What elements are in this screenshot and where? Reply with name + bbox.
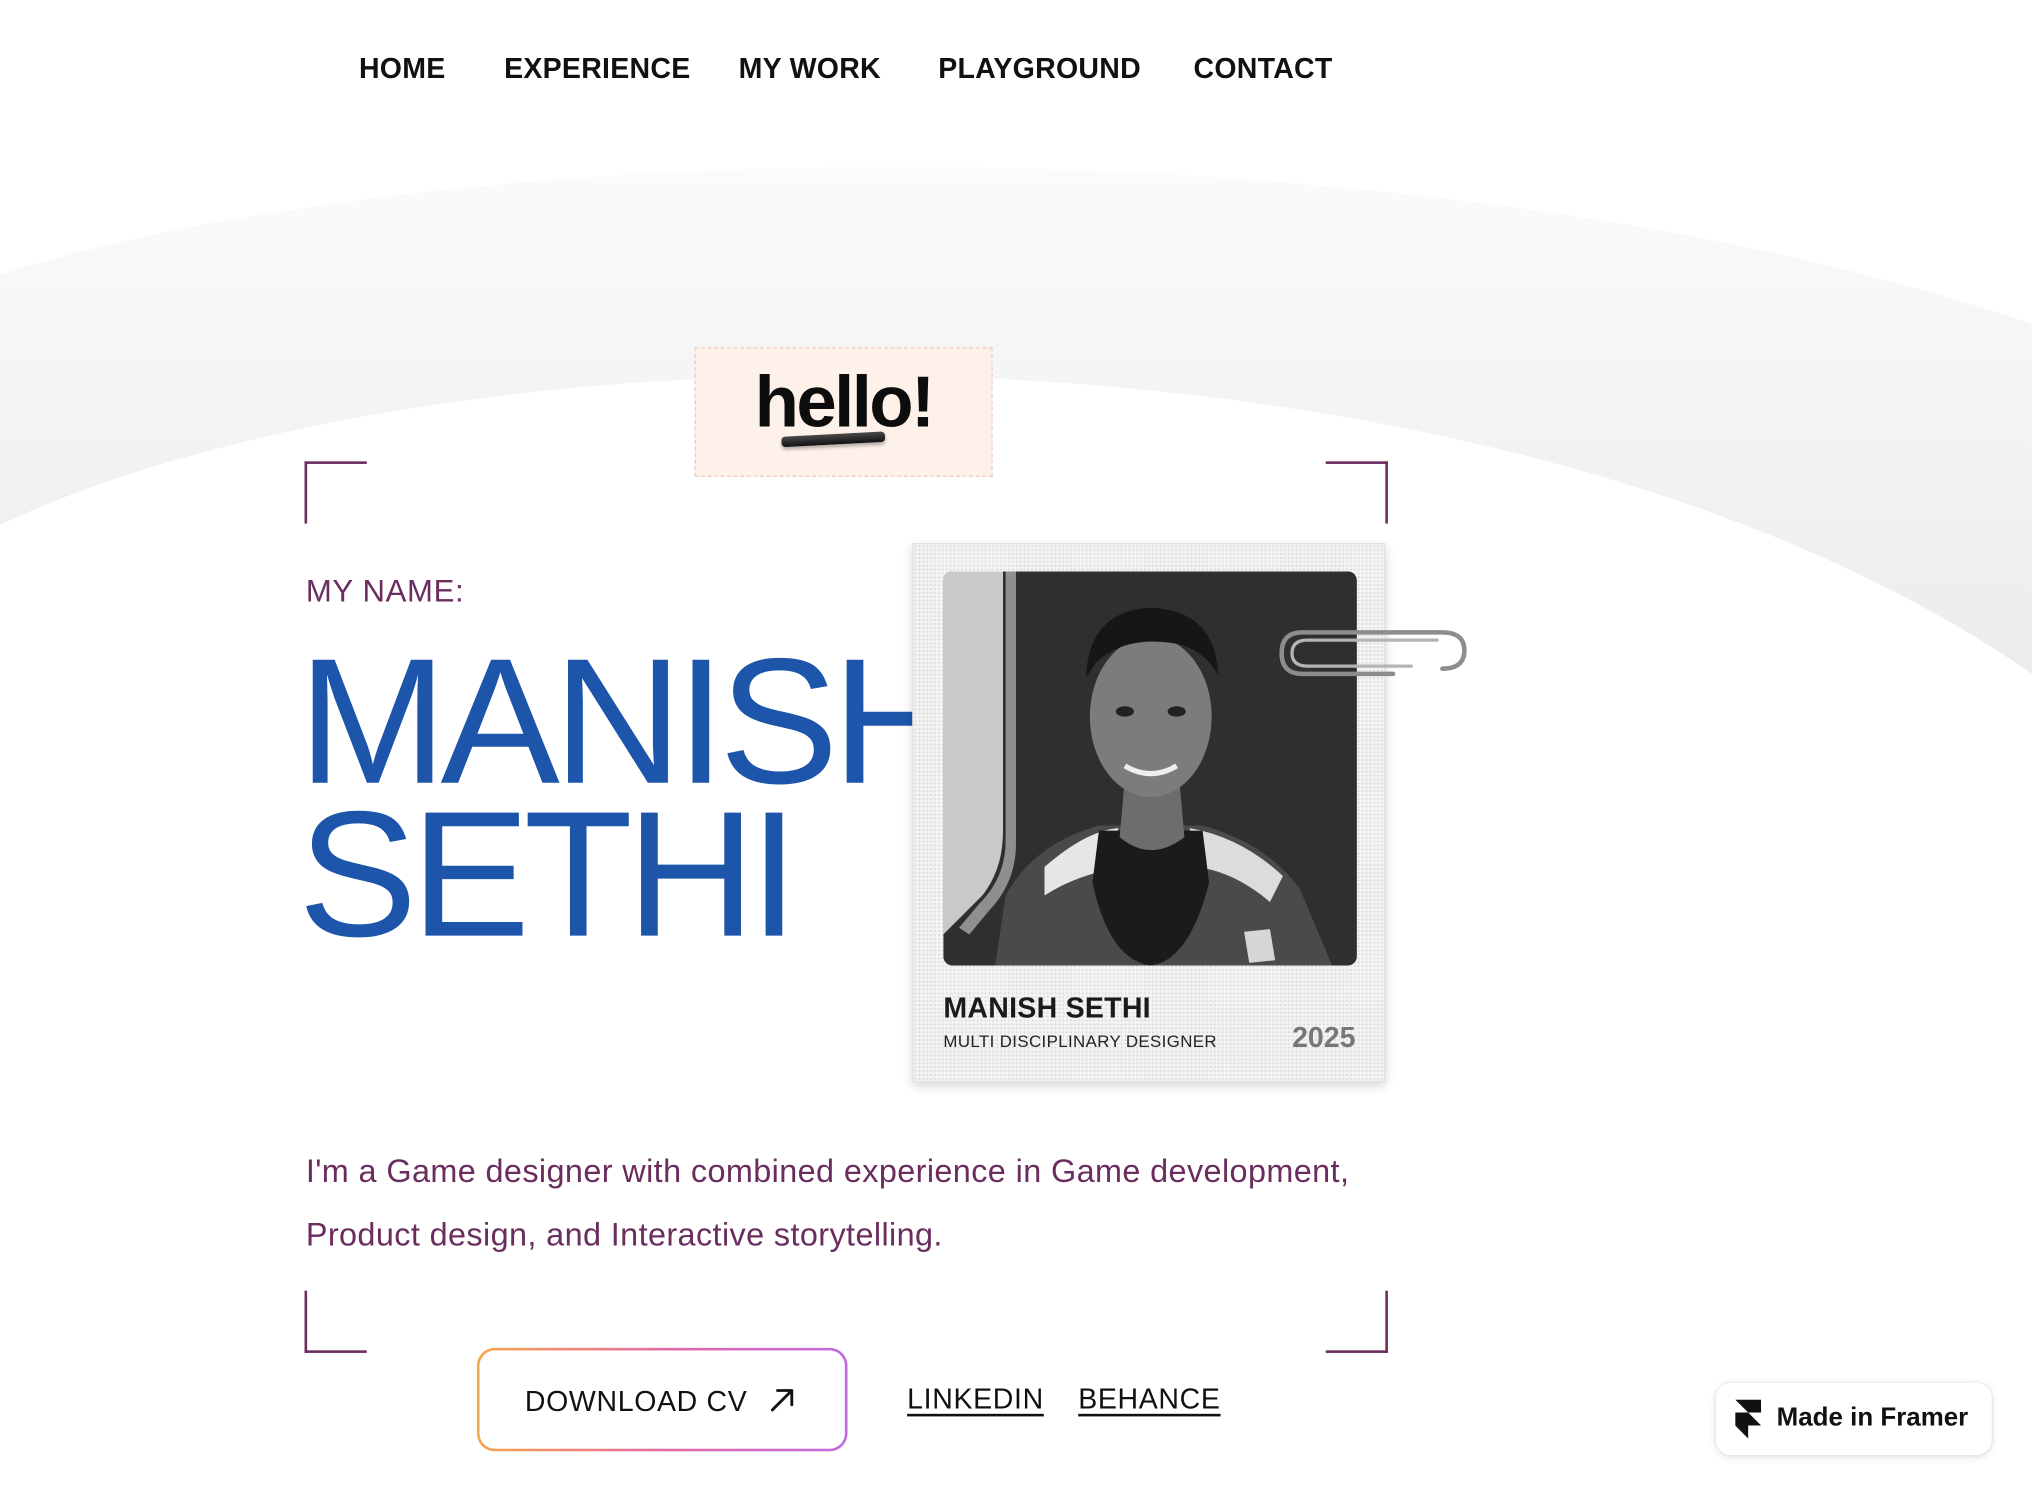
behance-link[interactable]: BEHANCE — [1078, 1383, 1220, 1417]
paperclip-icon — [1279, 630, 1467, 677]
frame-corner-top-left — [304, 461, 367, 524]
arrow-up-right-icon — [770, 1389, 794, 1412]
hero-name: MANISH SETHI — [298, 632, 961, 964]
nav-experience[interactable]: EXPERIENCE — [504, 52, 690, 86]
nav-contact[interactable]: CONTACT — [1194, 52, 1333, 86]
linkedin-link[interactable]: LINKEDIN — [907, 1383, 1044, 1417]
card-role: MULTI DISCIPLINARY DESIGNER — [943, 1031, 1217, 1051]
nav-home[interactable]: HOME — [359, 52, 446, 86]
hello-text: hello! — [754, 360, 936, 442]
name-label: MY NAME: — [305, 574, 465, 610]
page: HOME EXPERIENCE MY WORK PLAYGROUND CONTA… — [0, 0, 2032, 1486]
frame-corner-bottom-right — [1325, 1290, 1388, 1353]
nav-my-work[interactable]: MY WORK — [739, 52, 881, 86]
framer-logo-icon — [1735, 1399, 1762, 1439]
card-year: 2025 — [1292, 1021, 1356, 1054]
frame-corner-bottom-left — [304, 1290, 367, 1353]
made-in-framer-badge[interactable]: Made in Framer — [1715, 1382, 1992, 1456]
card-name: MANISH SETHI — [943, 991, 1151, 1024]
framer-badge-label: Made in Framer — [1776, 1403, 1969, 1432]
frame-corner-top-right — [1325, 461, 1388, 524]
bio-text: I'm a Game designer with combined experi… — [305, 1153, 1350, 1254]
nav-playground[interactable]: PLAYGROUND — [938, 52, 1141, 86]
download-cv-button[interactable]: DOWNLOAD CV — [477, 1348, 848, 1452]
download-cv-label: DOWNLOAD CV — [524, 1385, 748, 1418]
hello-sticker: hello! — [694, 347, 993, 477]
